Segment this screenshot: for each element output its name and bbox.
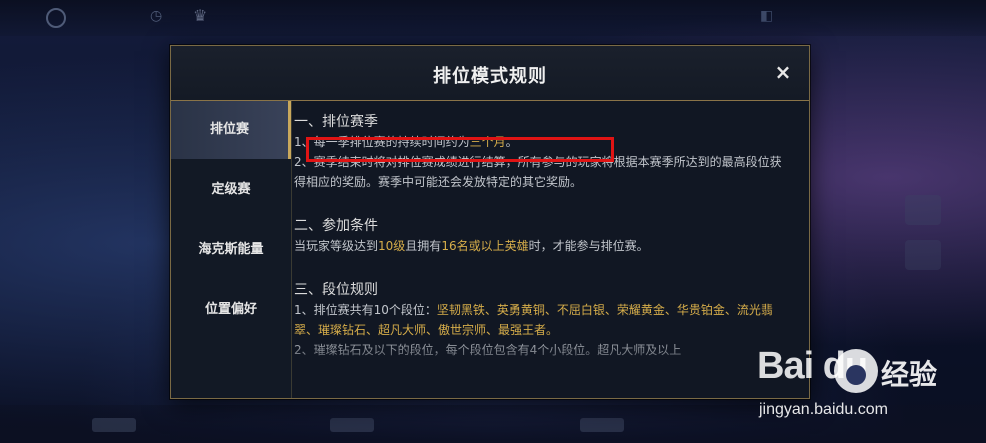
dialog-header: 排位模式规则 × bbox=[171, 46, 809, 101]
season-rule-1-text: 1、每一季排位赛的持续时间约为 bbox=[294, 135, 470, 149]
group-icon[interactable]: ◧ bbox=[760, 8, 773, 24]
season-duration-highlight: 三个月 bbox=[469, 135, 506, 149]
requirements-text-3: 时，才能参与排位赛。 bbox=[528, 239, 649, 253]
section-title-tiers: 三、段位规则 bbox=[294, 282, 378, 298]
rules-content: 一、排位赛季 1、每一季排位赛的持续时间约为三个月。 2、赛季结束时将对排位赛成… bbox=[294, 112, 792, 380]
requirements-rule: 当玩家等级达到10级且拥有16名或以上英雄时，才能参与排位赛。 bbox=[294, 236, 792, 256]
baidu-paw-icon bbox=[834, 349, 878, 393]
tab-position-preference[interactable]: 位置偏好 bbox=[171, 281, 291, 339]
level-requirement: 10级 bbox=[378, 239, 406, 253]
watermark-url: jingyan.baidu.com bbox=[759, 401, 888, 418]
rules-tab-sidebar: 排位赛 定级赛 海克斯能量 位置偏好 bbox=[171, 101, 292, 398]
requirements-text-2: 且拥有 bbox=[405, 239, 442, 253]
season-rule-1: 1、每一季排位赛的持续时间约为三个月。 bbox=[294, 132, 792, 152]
season-rule-1-end: 。 bbox=[505, 135, 518, 149]
bottom-bar-button[interactable] bbox=[92, 418, 136, 432]
season-rule-2: 2、赛季结束时将对排位赛成绩进行结算，所有参与的玩家将根据本赛季所达到的最高段位… bbox=[294, 155, 782, 189]
baidu-watermark: Bai du 经验 jingyan.baidu.com bbox=[757, 345, 982, 440]
section-title-season: 一、排位赛季 bbox=[294, 114, 378, 130]
tier-rule-2: 2、璀璨钻石及以下的段位，每个段位包含有4个小段位。超凡大师及以上 bbox=[294, 343, 682, 357]
tier-rule-1-text: 1、排位赛共有10个段位： bbox=[294, 303, 437, 317]
tier-rule-1: 1、排位赛共有10个段位：坚韧黑铁、英勇黄铜、不屈白银、荣耀黄金、华贵铂金、流光… bbox=[294, 300, 792, 340]
dialog-title: 排位模式规则 bbox=[433, 66, 547, 87]
tab-hextech-energy[interactable]: 海克斯能量 bbox=[171, 221, 291, 279]
clock-icon[interactable]: ◷ bbox=[150, 8, 162, 24]
bottom-bar-button[interactable] bbox=[330, 418, 374, 432]
requirements-text-1: 当玩家等级达到 bbox=[294, 239, 379, 253]
tab-ranked[interactable]: 排位赛 bbox=[171, 101, 291, 159]
section-title-requirements: 二、参加条件 bbox=[294, 218, 378, 234]
tab-placement[interactable]: 定级赛 bbox=[171, 161, 291, 219]
top-navigation-bar: ◷ ♛ ◧ bbox=[0, 0, 986, 36]
champion-requirement: 16名或以上英雄 bbox=[441, 239, 529, 253]
crown-icon[interactable]: ♛ bbox=[193, 6, 207, 25]
watermark-brand: 经验 bbox=[881, 358, 938, 391]
client-logo-icon[interactable] bbox=[46, 8, 66, 28]
side-panel-button[interactable] bbox=[905, 195, 941, 225]
bottom-bar-button[interactable] bbox=[580, 418, 624, 432]
close-icon[interactable]: × bbox=[771, 60, 795, 84]
side-panel-button[interactable] bbox=[905, 240, 941, 270]
